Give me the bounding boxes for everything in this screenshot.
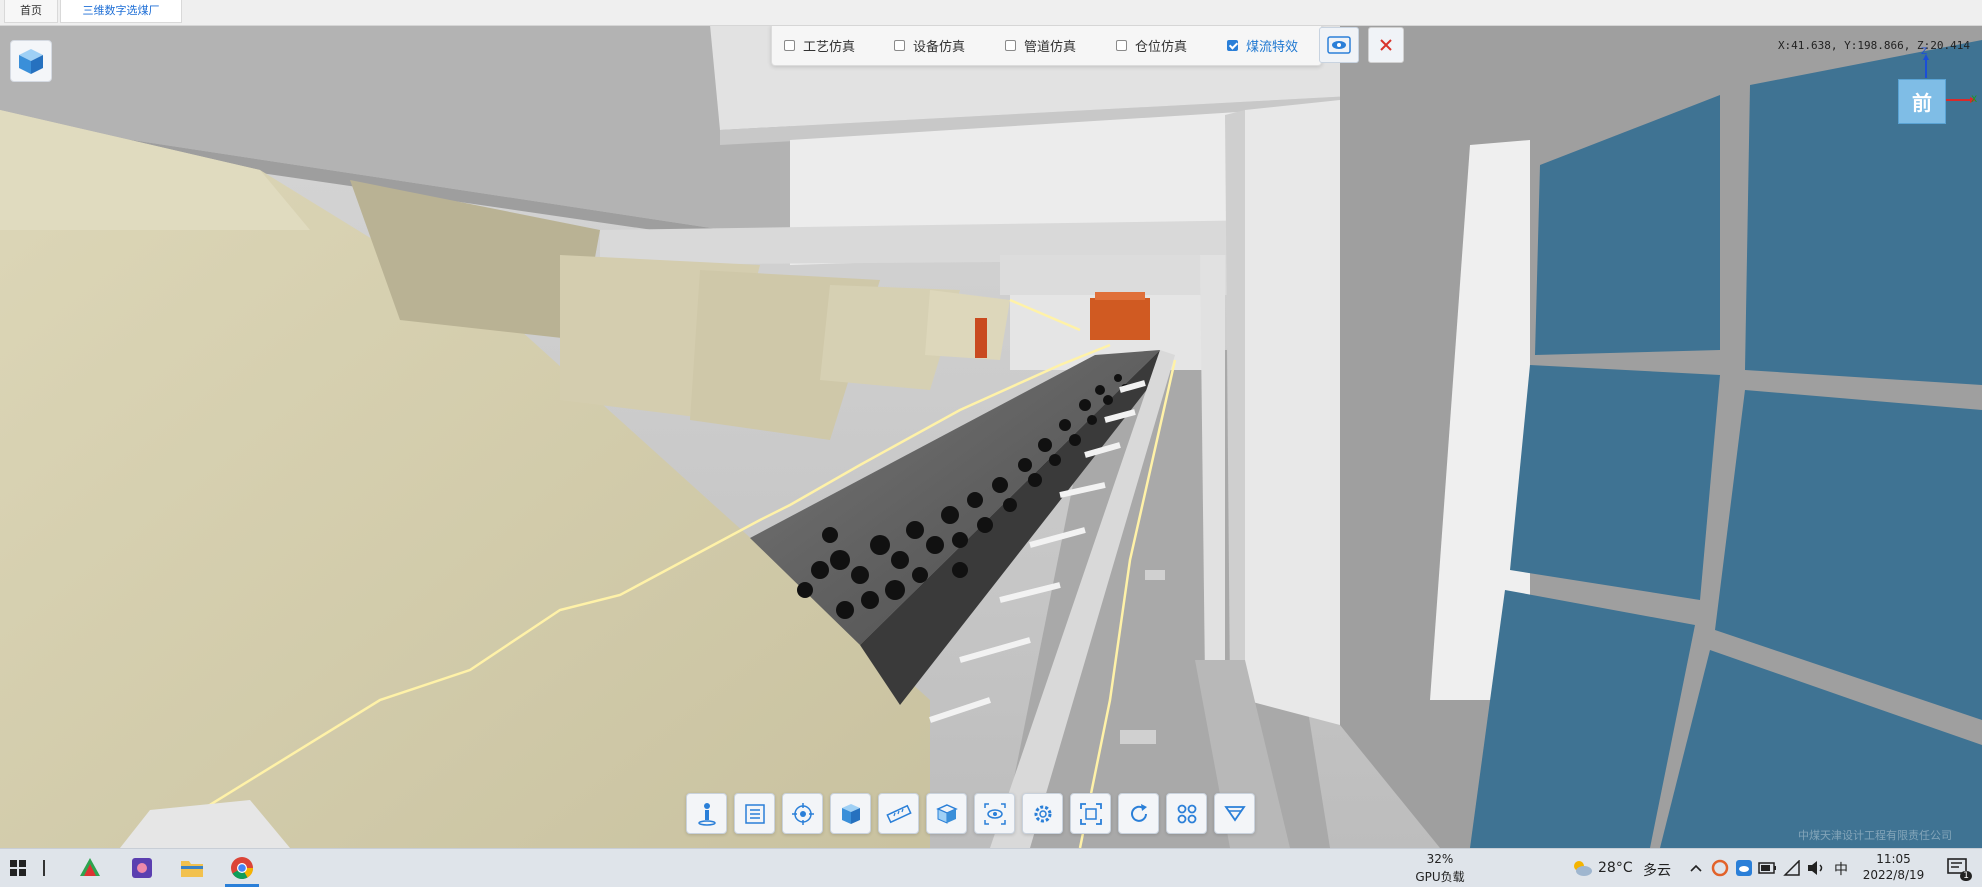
task-view-icon [43,860,45,876]
target-button[interactable] [782,793,823,834]
checkbox-checked-icon [1227,39,1238,51]
checkbox-icon [1005,39,1016,51]
wifi-icon [1783,860,1800,876]
walk-button[interactable] [686,793,727,834]
equipment-sim-checkbox[interactable]: 设备仿真 [894,35,965,55]
3d-scene [0,25,1982,848]
clock-time[interactable]: 11:05 [1856,852,1931,866]
clock-date[interactable]: 2022/8/19 [1856,868,1931,882]
temperature: 28°C [1598,860,1633,876]
file-explorer-button[interactable] [178,854,206,882]
notification-count: 1 [1960,871,1972,881]
close-button[interactable] [1368,27,1404,63]
bin-level-sim-label: 仓位仿真 [1135,39,1188,55]
command-icon [1177,804,1196,823]
frame-icon [1079,802,1102,825]
refresh-button[interactable] [1118,793,1159,834]
model-cube-button[interactable] [10,40,52,82]
tab-bar: 首页 三维数字选煤厂 [0,0,1982,26]
process-sim-label: 工艺仿真 [803,39,856,55]
taskbar: 32% GPU负载 28°C 多云 中 11:05 2022/8/19 1 [0,848,1982,887]
app-colorful-icon [80,858,100,876]
ruler-button[interactable] [878,793,919,834]
eye-icon [1327,36,1351,54]
partly-cloudy-icon [1574,861,1592,876]
section-box-icon [935,803,958,824]
eye-view-tool-button[interactable] [974,793,1015,834]
box-button[interactable] [830,793,871,834]
pipeline-sim-checkbox[interactable]: 管道仿真 [1005,35,1076,55]
close-icon [1380,39,1392,51]
list-button[interactable] [734,793,775,834]
cloud-app-icon [1736,860,1752,876]
eye-view-button[interactable] [1319,27,1359,63]
gpu-label: GPU负载 [1415,870,1465,884]
coal-flow-effect-checkbox[interactable]: 煤流特效 [1227,35,1298,55]
axis-x-label: X [1971,95,1978,105]
axis-z-label: Z [1921,47,1928,57]
weather-text: 多云 [1643,863,1671,879]
speaker-icon [1808,861,1823,875]
walk-icon [697,802,716,826]
eye-view-icon [983,802,1006,825]
watermark: 中煤天津设计工程有限责任公司 [1798,829,1952,842]
view-cube-front[interactable]: 前 [1898,79,1946,124]
box-icon [841,803,860,824]
layers-icon [1223,805,1246,822]
tab-3d-plant[interactable]: 三维数字选煤厂 [60,0,182,23]
refresh-icon [1130,803,1147,822]
volume-button[interactable] [1802,854,1830,882]
simulation-toolbar: 工艺仿真 设备仿真 管道仿真 仓位仿真 煤流特效 [771,25,1322,66]
settings-icon [1034,805,1051,822]
windows-logo-icon [10,860,26,876]
app-2-button[interactable] [128,854,156,882]
chrome-button[interactable] [228,854,256,882]
ruler-icon [885,804,912,823]
list-icon [744,803,765,824]
security-app-icon [1711,859,1729,877]
checkbox-icon [894,39,905,51]
bottom-toolbar [686,793,1255,837]
gpu-percent: 32% [1426,852,1454,866]
layers-button[interactable] [1214,793,1255,834]
start-button[interactable] [4,854,32,882]
checkbox-icon [1116,39,1127,51]
pipeline-sim-label: 管道仿真 [1024,39,1077,55]
equipment-sim-label: 设备仿真 [913,39,966,55]
app-1-button[interactable] [76,854,104,882]
process-sim-checkbox[interactable]: 工艺仿真 [784,35,855,55]
folder-icon [181,861,203,877]
bin-level-sim-checkbox[interactable]: 仓位仿真 [1116,35,1187,55]
target-icon [791,802,814,825]
settings-button[interactable] [1022,793,1063,834]
ime-indicator[interactable]: 中 [1834,859,1848,879]
coal-flow-effect-label: 煤流特效 [1246,39,1299,55]
command-button[interactable] [1166,793,1207,834]
chevron-up-icon [1690,864,1702,872]
app-purple-icon [132,858,152,878]
notification-button[interactable]: 1 [1944,854,1972,882]
cube-icon [19,49,43,74]
3d-viewport[interactable] [0,25,1982,848]
tab-home[interactable]: 首页 [4,0,58,23]
frame-button[interactable] [1070,793,1111,834]
weather-button[interactable] [1568,854,1596,882]
section-box-button[interactable] [926,793,967,834]
checkbox-icon [784,39,795,51]
chrome-icon [231,857,253,879]
battery-icon [1758,862,1776,874]
task-view-button[interactable] [38,854,52,882]
